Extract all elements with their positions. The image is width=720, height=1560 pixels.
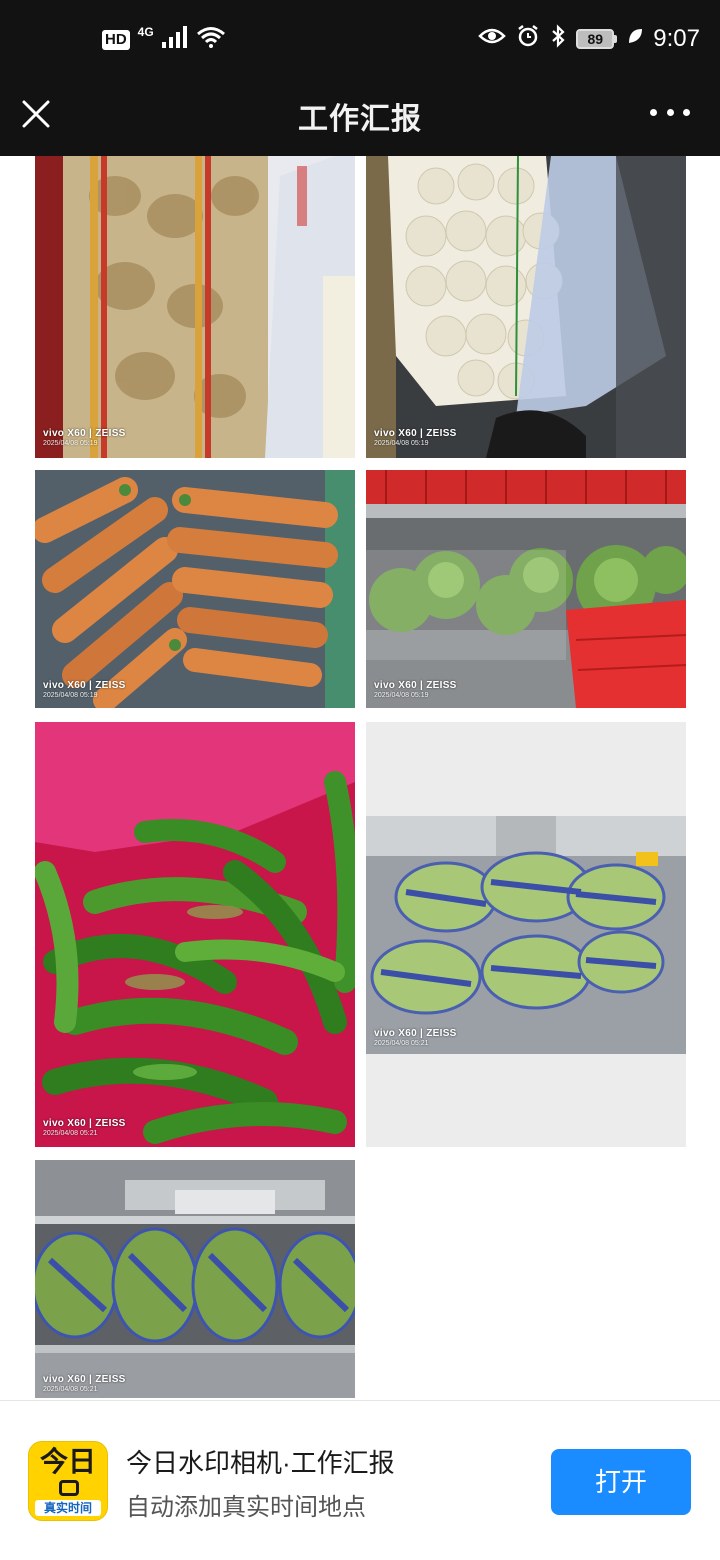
- photo-grid: vivo X60 | ZEISS 2025/04/08 05:19 vivo X…: [0, 156, 720, 1400]
- photo-watermark: vivo X60 | ZEISS 2025/04/08 05:21: [43, 1118, 126, 1137]
- photo-watermark: vivo X60 | ZEISS 2025/04/08 05:19: [374, 428, 457, 447]
- network-type: 4G: [137, 24, 154, 39]
- app-icon[interactable]: 今日 真实时间: [28, 1441, 108, 1521]
- camera-icon: [59, 1480, 79, 1496]
- banner-subtitle: 自动添加真实时间地点: [126, 1494, 366, 1521]
- status-bar: HD 4G 89 9:07: [0, 0, 720, 84]
- battery-level: 89: [576, 28, 615, 49]
- more-options-icon[interactable]: [650, 100, 690, 124]
- wifi-icon: [196, 26, 226, 53]
- photo-packaged-vegetables-shelf[interactable]: vivo X60 | ZEISS 2025/04/08 05:21: [35, 1160, 355, 1398]
- photo-cabbage-shelf[interactable]: vivo X60 | ZEISS 2025/04/08 05:19: [366, 470, 686, 708]
- photo-carrots[interactable]: vivo X60 | ZEISS 2025/04/08 05:19: [35, 470, 355, 708]
- app-icon-label: 今日: [39, 1446, 96, 1477]
- leaf-icon: [627, 27, 643, 50]
- banner-title: 今日水印相机·工作汇报: [126, 1448, 395, 1478]
- photo-potato-sack[interactable]: vivo X60 | ZEISS 2025/04/08 05:19: [35, 156, 355, 458]
- page-title: 工作汇报: [298, 103, 422, 136]
- photo-watermark: vivo X60 | ZEISS 2025/04/08 05:21: [43, 1374, 126, 1393]
- photo-watermark: vivo X60 | ZEISS 2025/04/08 05:19: [374, 680, 457, 699]
- app-icon-caption: 真实时间: [35, 1500, 101, 1516]
- photo-packaged-beans[interactable]: vivo X60 | ZEISS 2025/04/08 05:21: [366, 722, 686, 1147]
- battery-icon: 89: [576, 28, 618, 49]
- photo-watermark: vivo X60 | ZEISS 2025/04/08 05:19: [43, 428, 126, 447]
- open-app-button[interactable]: 打开: [551, 1449, 691, 1515]
- photo-watermark: vivo X60 | ZEISS 2025/04/08 05:21: [374, 1028, 457, 1047]
- clock: 9:07: [653, 24, 700, 52]
- hd-badge: HD: [102, 29, 130, 50]
- nav-bar: 工作汇报: [0, 84, 720, 156]
- alarm-icon: [516, 24, 540, 53]
- bluetooth-icon: [550, 24, 566, 53]
- signal-icon: [161, 26, 188, 53]
- status-left: HD 4G: [102, 24, 226, 53]
- eye-icon: [478, 26, 507, 51]
- photo-green-peppers[interactable]: vivo X60 | ZEISS 2025/04/08 05:21: [35, 722, 355, 1147]
- app-promo-banner[interactable]: 今日 真实时间 今日水印相机·工作汇报 自动添加真实时间地点 打开: [0, 1400, 720, 1560]
- photo-turnip-bag[interactable]: vivo X60 | ZEISS 2025/04/08 05:19: [366, 156, 686, 458]
- photo-watermark: vivo X60 | ZEISS 2025/04/08 05:19: [43, 680, 126, 699]
- status-right: 89 9:07: [478, 24, 700, 53]
